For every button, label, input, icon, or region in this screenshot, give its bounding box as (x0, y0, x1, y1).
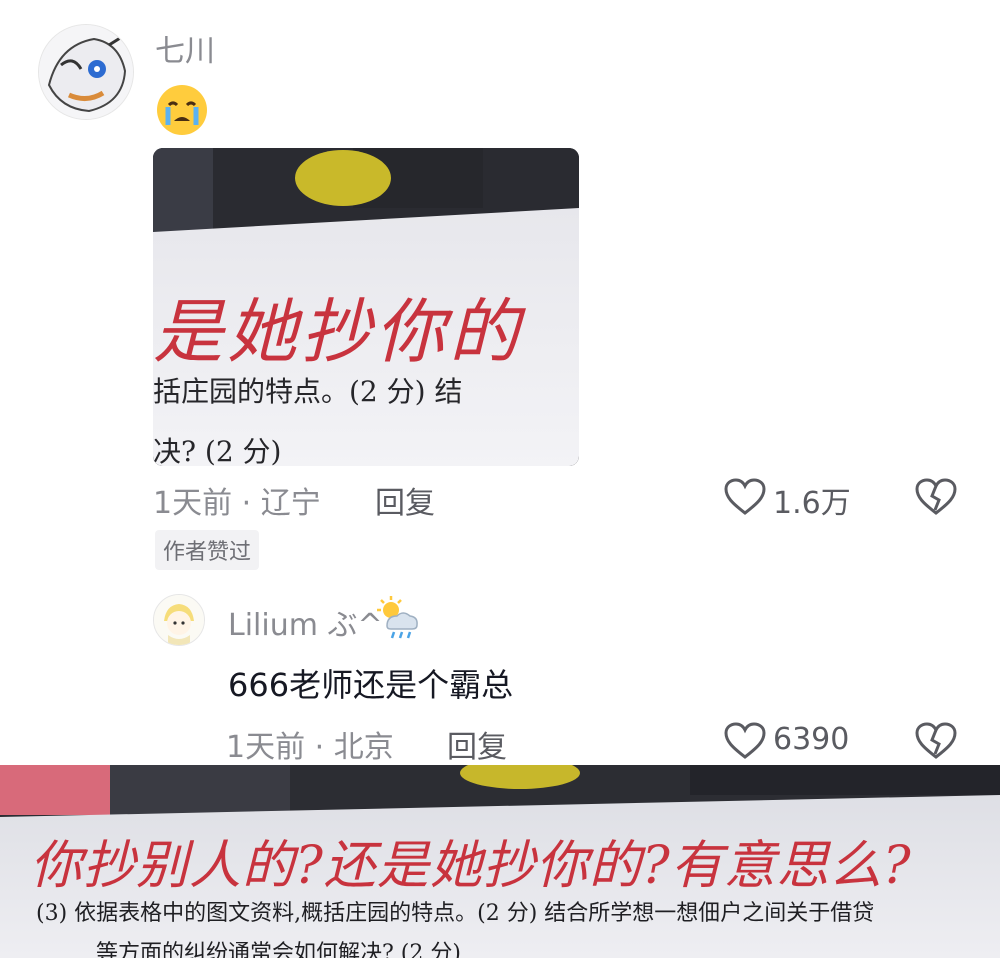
image-handwriting: 是她抄你的 (153, 291, 523, 373)
reply-button[interactable]: 回复 (447, 722, 507, 766)
comment-time-location: 1天前 · 辽宁 (153, 486, 321, 521)
like-count: 6390 (773, 722, 850, 757)
reply-time-location: 1天前 · 北京 (226, 730, 394, 765)
crying-face-emoji (157, 85, 207, 135)
photo-printed-line: 等方面的纠纷通常会如何解决? (2 分) (96, 941, 461, 958)
comment-image[interactable]: 是她抄你的 括庄园的特点。(2 分) 结 决? (2 分) (153, 148, 579, 466)
avatar[interactable] (38, 24, 134, 120)
attached-photo: 你抄别人的?还是她抄你的?有意思么? (3) 依据表格中的图文资料,概括庄园的特… (0, 765, 1000, 958)
avatar[interactable] (153, 594, 205, 646)
photo-printed-line: (3) 依据表格中的图文资料,概括庄园的特点。(2 分) 结合所学想一想佃户之间… (36, 901, 875, 926)
image-printed-line: 括庄园的特点。(2 分) 结 (153, 375, 463, 408)
broken-heart-icon[interactable] (915, 478, 957, 516)
like-heart-icon[interactable] (724, 478, 766, 516)
reply-username[interactable]: Lilium ぶ^ (228, 600, 383, 644)
like-count: 1.6万 (773, 486, 851, 521)
comment-username[interactable]: 七川 (155, 26, 215, 70)
broken-heart-icon[interactable] (915, 722, 957, 760)
photo-handwriting: 你抄别人的?还是她抄你的?有意思么? (30, 836, 912, 896)
author-liked-badge: 作者赞过 (155, 530, 260, 570)
reply-button[interactable]: 回复 (375, 478, 435, 522)
like-heart-icon[interactable] (724, 722, 766, 760)
image-printed-line: 决? (2 分) (153, 435, 282, 466)
sun-rain-cloud-icon (377, 596, 419, 640)
reply-text: 666老师还是个霸总 (228, 666, 514, 704)
